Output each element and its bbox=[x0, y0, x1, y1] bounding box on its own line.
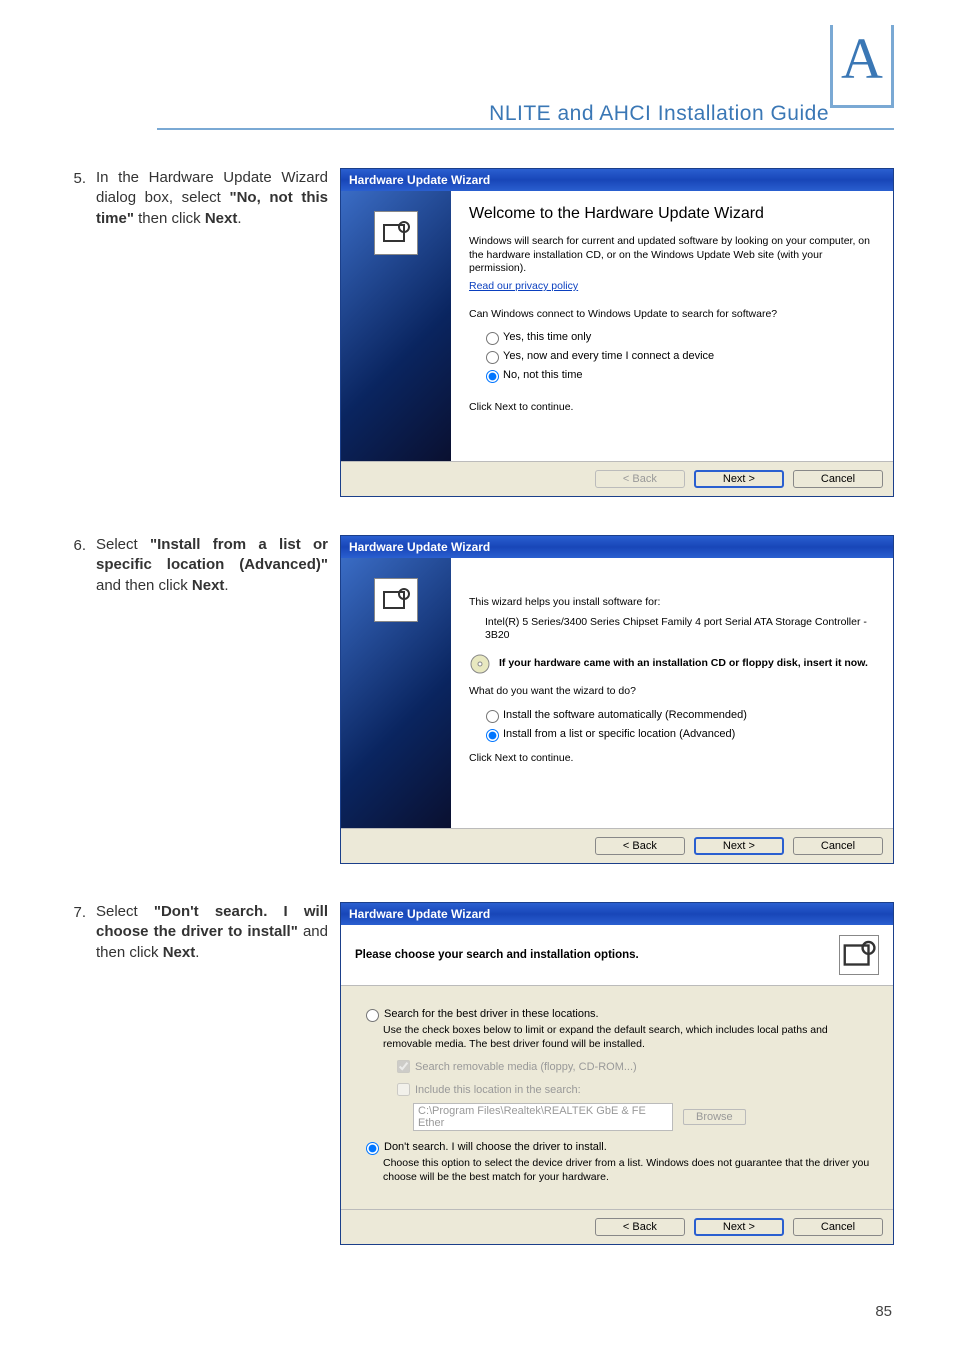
next-button[interactable]: Next > bbox=[694, 837, 784, 855]
wizard-sidebar bbox=[341, 191, 451, 461]
wizard-intro-text: This wizard helps you install software f… bbox=[469, 596, 875, 610]
appendix-letter: A bbox=[841, 30, 883, 88]
screenshot-wizard-1: Hardware Update Wizard Welcome to the Ha… bbox=[340, 168, 894, 497]
page-number: 85 bbox=[875, 1303, 892, 1320]
step-number: 5. bbox=[60, 168, 96, 187]
continue-text: Click Next to continue. bbox=[469, 752, 875, 766]
hardware-icon bbox=[374, 578, 418, 622]
back-button[interactable]: < Back bbox=[595, 837, 685, 855]
header-rule bbox=[157, 128, 894, 130]
radio-no[interactable]: No, not this time bbox=[481, 367, 875, 383]
wizard-heading: Welcome to the Hardware Update Wizard bbox=[469, 205, 875, 223]
path-input: C:\Program Files\Realtek\REALTEK GbE & F… bbox=[413, 1103, 673, 1131]
appendix-badge: A bbox=[830, 25, 894, 108]
wizard-question: Can Windows connect to Windows Update to… bbox=[469, 308, 875, 322]
radio-dont-search[interactable]: Don't search. I will choose the driver t… bbox=[361, 1139, 873, 1155]
window-title: Hardware Update Wizard bbox=[341, 169, 893, 191]
step-instruction: Select "Don't search. I will choose the … bbox=[96, 902, 340, 963]
hardware-icon bbox=[839, 935, 879, 975]
continue-text: Click Next to continue. bbox=[469, 401, 875, 415]
check-location: Include this location in the search: bbox=[393, 1084, 581, 1096]
screenshot-wizard-2: Hardware Update Wizard This wizard helps… bbox=[340, 535, 894, 864]
cancel-button[interactable]: Cancel bbox=[793, 1218, 883, 1236]
radio-search[interactable]: Search for the best driver in these loca… bbox=[361, 1006, 873, 1022]
device-name: Intel(R) 5 Series/3400 Series Chipset Fa… bbox=[485, 616, 875, 643]
back-button: < Back bbox=[595, 470, 685, 488]
radio-yes-always[interactable]: Yes, now and every time I connect a devi… bbox=[481, 348, 875, 364]
window-title: Hardware Update Wizard bbox=[341, 536, 893, 558]
radio-advanced[interactable]: Install from a list or specific location… bbox=[481, 726, 875, 742]
dont-search-desc: Choose this option to select the device … bbox=[383, 1157, 873, 1184]
page-header: NLITE and AHCI Installation Guide A bbox=[60, 50, 894, 130]
wizard-heading: Please choose your search and installati… bbox=[355, 949, 639, 961]
step-instruction: Select "Install from a list or specific … bbox=[96, 535, 340, 596]
step-6: 6. Select "Install from a list or specif… bbox=[60, 535, 894, 864]
next-button[interactable]: Next > bbox=[694, 1218, 784, 1236]
search-desc: Use the check boxes below to limit or ex… bbox=[383, 1024, 873, 1051]
browse-button: Browse bbox=[683, 1109, 746, 1125]
cancel-button[interactable]: Cancel bbox=[793, 470, 883, 488]
step-7: 7. Select "Don't search. I will choose t… bbox=[60, 902, 894, 1245]
next-button[interactable]: Next > bbox=[694, 470, 784, 488]
wizard-intro-text: Windows will search for current and upda… bbox=[469, 235, 875, 276]
step-5: 5. In the Hardware Update Wizard dialog … bbox=[60, 168, 894, 497]
cancel-button[interactable]: Cancel bbox=[793, 837, 883, 855]
back-button[interactable]: < Back bbox=[595, 1218, 685, 1236]
step-number: 6. bbox=[60, 535, 96, 554]
wizard-question: What do you want the wizard to do? bbox=[469, 685, 875, 699]
hardware-icon bbox=[374, 211, 418, 255]
radio-auto[interactable]: Install the software automatically (Reco… bbox=[481, 707, 875, 723]
cd-icon bbox=[469, 653, 491, 675]
step-instruction: In the Hardware Update Wizard dialog box… bbox=[96, 168, 340, 229]
screenshot-wizard-3: Hardware Update Wizard Please choose you… bbox=[340, 902, 894, 1245]
privacy-link[interactable]: Read our privacy policy bbox=[469, 280, 578, 292]
cd-hint: If your hardware came with an installati… bbox=[499, 657, 868, 671]
wizard-sidebar bbox=[341, 558, 451, 828]
window-title: Hardware Update Wizard bbox=[341, 903, 893, 925]
header-title: NLITE and AHCI Installation Guide bbox=[489, 102, 829, 126]
step-number: 7. bbox=[60, 902, 96, 921]
radio-yes-once[interactable]: Yes, this time only bbox=[481, 329, 875, 345]
check-removable: Search removable media (floppy, CD-ROM..… bbox=[393, 1061, 637, 1073]
